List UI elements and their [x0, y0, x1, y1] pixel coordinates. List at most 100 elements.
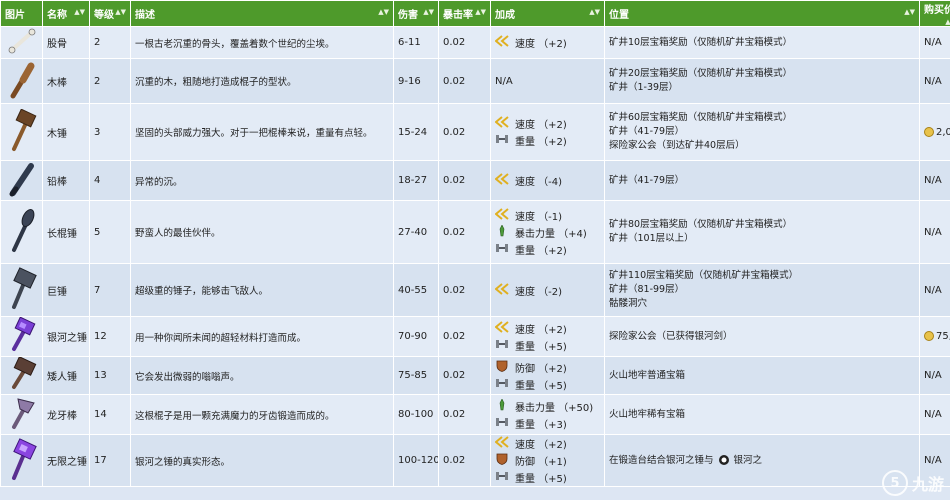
weapon-bonus-cell: 速度 （+2) 防御 （+1) 重量 （+5): [490, 434, 605, 487]
table-row: 矮人锤 13 它会发出微弱的嗡嗡声。 75-85 0.02 防御 （+2) 重量 （+5) 火…: [0, 356, 950, 395]
weapon-name[interactable]: 铅棒: [42, 160, 90, 201]
bonus-item: 速度 （-4): [495, 172, 600, 189]
header-level[interactable]: 等级 ▲▼: [89, 0, 131, 27]
price-text: 75,: [936, 331, 950, 342]
bonus-text: 速度 （-2): [515, 286, 563, 298]
weapon-description: 超级重的锤子，能够击飞敌人。: [130, 263, 394, 317]
header-description[interactable]: 描述 ▲▼: [130, 0, 394, 27]
weapon-bonus-cell: 速度 （+2) 重量 （+2): [490, 103, 605, 161]
weapon-description: 这根棍子是用一颗充满魔力的牙齿锻造而成的。: [130, 394, 394, 435]
weapon-description: 一根古老沉重的骨头，覆盖着数个世纪的尘埃。: [130, 26, 394, 59]
weapon-level: 7: [89, 263, 131, 317]
weapon-image-cell: [0, 356, 43, 395]
galaxy-soul-icon: [714, 455, 734, 466]
weapon-crit-rate: 0.02: [438, 58, 491, 104]
weight-icon: [495, 242, 515, 257]
bonus-text: 重量 （+2): [515, 245, 567, 257]
header-label: 伤害: [398, 10, 418, 21]
sort-icon[interactable]: ▲▼: [945, 18, 950, 26]
weapon-level: 13: [89, 356, 131, 395]
watermark-logo-icon: 5: [881, 470, 908, 496]
location-line: 火山地牢稀有宝箱: [609, 408, 686, 420]
dwarf-hammer-icon: [6, 357, 38, 394]
price-text: N/A: [924, 175, 942, 186]
weapon-level: 14: [89, 394, 131, 435]
bonus-item: 速度 （-2): [495, 282, 600, 299]
bonus-text: 重量 （+2): [515, 137, 567, 148]
header-damage[interactable]: 伤害 ▲▼: [393, 0, 439, 27]
weapon-description: 野蛮人的最佳伙伴。: [130, 200, 394, 264]
weapon-crit-rate: 0.02: [438, 434, 491, 487]
location-line: 探险家公会（已获得银河剑）: [609, 330, 733, 342]
weapon-name[interactable]: 矮人锤: [42, 356, 90, 395]
weapon-name[interactable]: 无限之锤: [42, 434, 90, 487]
bonus-text: 速度 （+2): [515, 39, 567, 50]
bonus-item: 防御 （+2): [495, 359, 600, 376]
weapon-name[interactable]: 长棍锤: [42, 200, 90, 264]
header-name[interactable]: 名称 ▲▼: [42, 0, 90, 27]
watermark: 5 九游: [881, 470, 944, 496]
table-row: 银河之锤 12 用一种你闻所未闻的超轻材料打造而成。 70-90 0.02 速度 （+2)…: [0, 316, 950, 357]
weapon-name[interactable]: 股骨: [42, 26, 90, 59]
weapon-bonus-cell: 速度 （-2): [490, 263, 605, 317]
weapon-description: 银河之锤的真实形态。: [130, 434, 394, 487]
location-line: 在锻造台结合银河之锤与 银河之: [609, 454, 915, 468]
price-text: 2,0: [936, 126, 950, 138]
weight-icon: [495, 338, 515, 353]
lead-rod-icon: [7, 163, 37, 200]
table-row: 铅棒 4 异常的沉。 18-27 0.02 速度 （-4) 矿井（41-79层） N/A: [0, 160, 950, 201]
header-location[interactable]: 位置 ▲▼: [604, 0, 920, 27]
weapon-price: 75,: [919, 316, 950, 357]
bonus-item: 速度 （+2): [495, 320, 600, 337]
weapon-price: 2,0: [919, 103, 950, 161]
weight-icon: [495, 133, 515, 148]
header-image[interactable]: 图片: [0, 0, 43, 27]
bonus-item: 速度 （+2): [495, 115, 600, 132]
sort-icon[interactable]: ▲▼: [378, 8, 389, 16]
weapon-name[interactable]: 银河之锤: [42, 316, 90, 357]
price-text: N/A: [924, 75, 942, 87]
bone-weapon-icon: [7, 28, 37, 58]
weapon-damage: 18-27: [393, 160, 439, 201]
location-line: 矿井10层宝箱奖励（仅随机矿井宝箱模式）: [609, 36, 793, 48]
weapon-crit-rate: 0.02: [438, 103, 491, 161]
weapon-name[interactable]: 木棒: [42, 58, 90, 104]
sort-icon[interactable]: ▲▼: [423, 8, 434, 16]
weapon-level: 4: [89, 160, 131, 201]
speed-icon: [495, 282, 515, 298]
speed-icon: [495, 116, 515, 131]
sort-icon[interactable]: ▲▼: [589, 8, 600, 16]
header-crit-rate[interactable]: 暴击率 ▲▼: [438, 0, 491, 27]
price-text: N/A: [924, 226, 942, 238]
wooden-club-icon: [7, 62, 37, 103]
weapon-location-cell: 矿井（41-79层）: [604, 160, 920, 201]
crit-power-icon: [495, 398, 515, 414]
weapon-name[interactable]: 龙牙棒: [42, 394, 90, 435]
bonus-text: 防御 （+2): [515, 363, 567, 375]
weapon-name[interactable]: 木锤: [42, 103, 90, 161]
header-price[interactable]: 购买价格 ▲▼: [919, 0, 950, 27]
sort-icon[interactable]: ▲▼: [74, 8, 85, 16]
header-label: 等级: [94, 10, 114, 21]
weapon-name[interactable]: 巨锤: [42, 263, 90, 317]
sort-icon[interactable]: ▲▼: [904, 8, 915, 16]
bonus-text: N/A: [495, 75, 513, 87]
weapon-price: N/A: [919, 394, 950, 435]
bonus-item: 重量 （+3): [495, 415, 600, 432]
sort-icon[interactable]: ▲▼: [475, 8, 486, 16]
weapon-image-cell: [0, 58, 43, 104]
bonus-item: 速度 （+2): [495, 34, 600, 51]
bonus-item: 暴击力量 （+50): [495, 398, 600, 415]
weight-icon: [495, 416, 515, 431]
location-line: 矿井（101层以上）: [609, 233, 694, 244]
table-row: 龙牙棒 14 这根棍子是用一颗充满魔力的牙齿锻造而成的。 80-100 0.02 暴击力量…: [0, 394, 950, 435]
defense-icon: [495, 453, 515, 468]
weapon-location-cell: 火山地牢稀有宝箱: [604, 394, 920, 435]
location-line: 矿井（81-99层）: [609, 284, 685, 295]
location-line: 矿井110层宝箱奖励（仅随机矿井宝箱模式）: [609, 270, 799, 281]
weapon-level: 5: [89, 200, 131, 264]
bonus-text: 速度 （+2): [515, 440, 567, 451]
weapon-description: 它会发出微弱的嗡嗡声。: [130, 356, 394, 395]
sort-icon[interactable]: ▲▼: [115, 8, 126, 16]
header-bonus[interactable]: 加成 ▲▼: [490, 0, 605, 27]
